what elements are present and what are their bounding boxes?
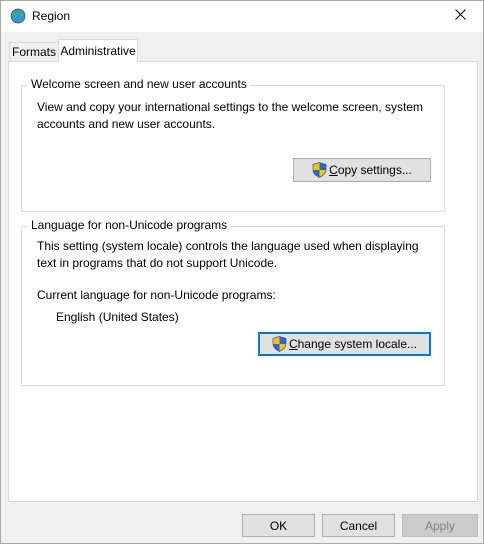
change-system-locale-label: Change system locale... <box>288 337 418 351</box>
close-icon <box>454 9 466 23</box>
welcome-screen-group-title: Welcome screen and new user accounts <box>28 77 250 91</box>
welcome-description-line: View and copy your international setting… <box>37 100 423 114</box>
close-button[interactable] <box>437 1 483 31</box>
welcome-description: View and copy your international setting… <box>37 99 423 133</box>
welcome-description-line: accounts and new user accounts. <box>37 117 216 131</box>
current-language-value: English (United States) <box>56 310 179 324</box>
cancel-button[interactable]: Cancel <box>322 514 395 537</box>
system-locale-description-line: text in programs that do not support Uni… <box>37 256 278 270</box>
tab-administrative[interactable]: Administrative <box>58 39 138 62</box>
uac-shield-icon <box>312 162 327 178</box>
non-unicode-language-group-title: Language for non-Unicode programs <box>28 218 231 232</box>
ok-button[interactable]: OK <box>242 514 315 537</box>
copy-settings-label: Copy settings... <box>329 163 412 177</box>
system-locale-description-line: This setting (system locale) controls th… <box>37 239 419 253</box>
tab-administrative-label: Administrative <box>60 44 136 58</box>
title-bar[interactable]: Region <box>1 1 483 32</box>
tab-formats[interactable]: Formats <box>9 42 59 61</box>
copy-settings-button[interactable]: Copy settings... <box>293 158 431 182</box>
change-system-locale-button[interactable]: Change system locale... <box>258 332 431 356</box>
current-language-label: Current language for non-Unicode program… <box>37 288 276 302</box>
apply-button[interactable]: Apply <box>402 514 478 537</box>
tab-formats-label: Formats <box>11 45 56 59</box>
globe-icon <box>10 8 26 24</box>
region-dialog: Region Formats Administrative Welcome sc… <box>0 0 484 544</box>
uac-shield-icon <box>272 336 287 352</box>
system-locale-description: This setting (system locale) controls th… <box>37 238 419 272</box>
window-title: Region <box>32 9 71 23</box>
